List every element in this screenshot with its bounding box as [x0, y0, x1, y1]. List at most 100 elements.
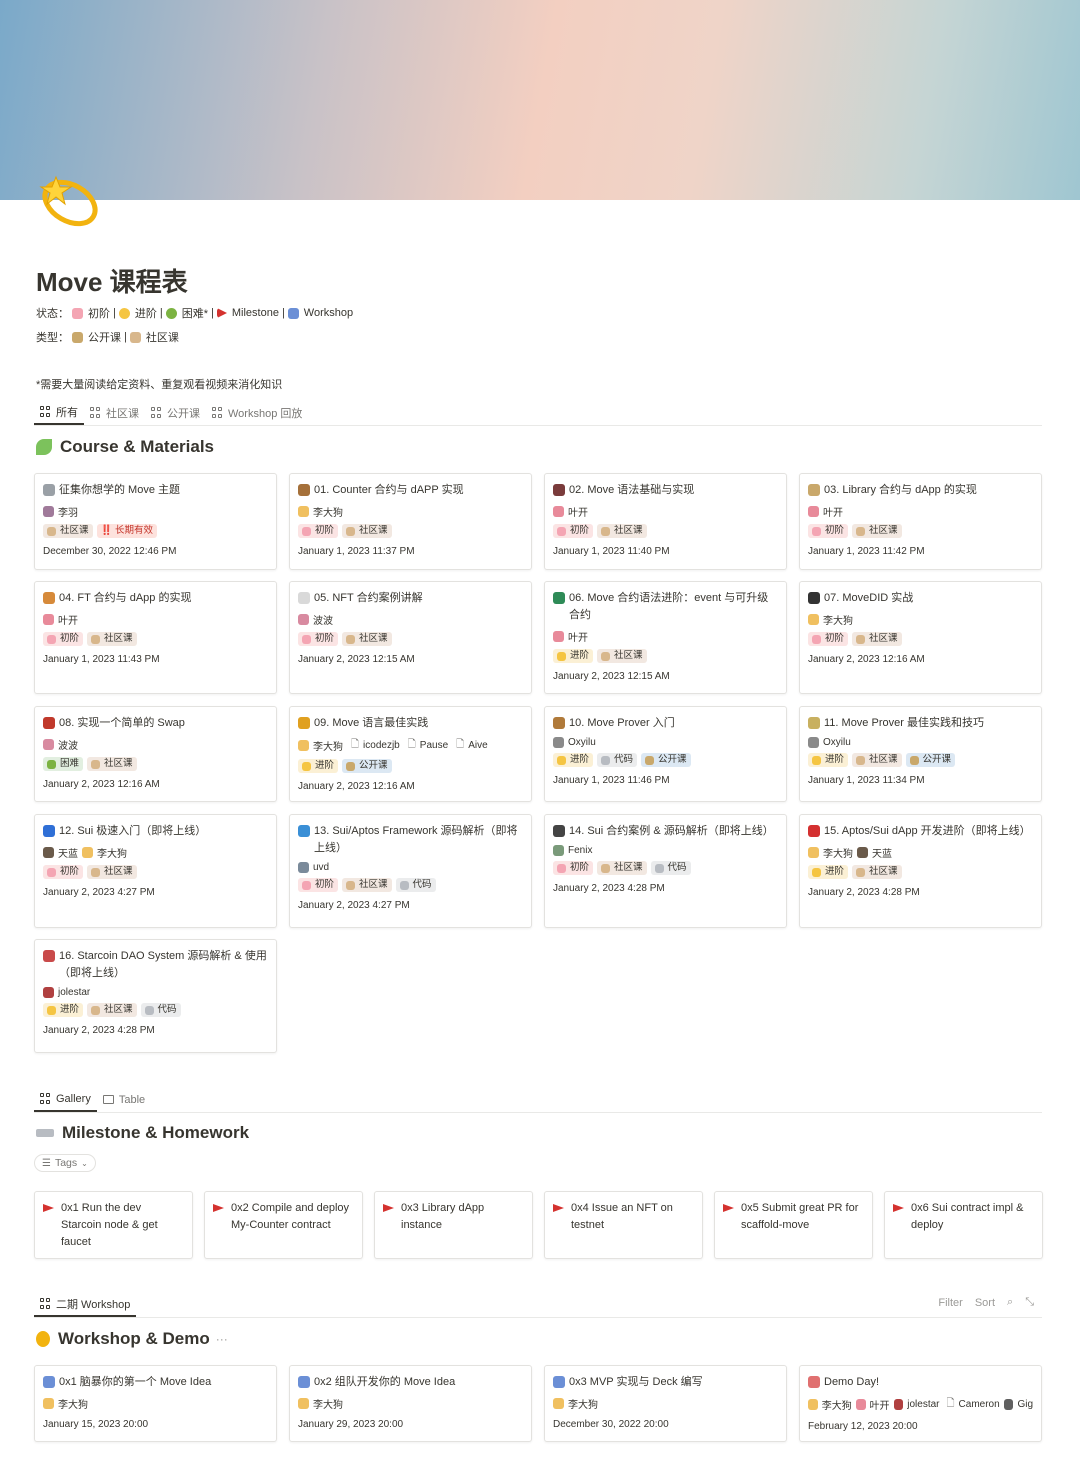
- card-title-row: 0x2 Compile and deploy My-Counter contra…: [213, 1200, 354, 1234]
- card-title: 0x1 脑暴你的第一个 Move Idea: [59, 1376, 212, 1388]
- tag-icon: [47, 526, 56, 536]
- milestone-card[interactable]: 0x2 Compile and deploy My-Counter contra…: [204, 1191, 363, 1259]
- card-date: January 2, 2023 12:15 AM: [553, 671, 670, 682]
- people-row: 波波: [298, 612, 523, 627]
- food-icon: [43, 592, 55, 604]
- people-row: Oxyilu: [553, 737, 778, 748]
- tab-gallery[interactable]: Gallery: [34, 1087, 97, 1112]
- workshop-card[interactable]: Demo Day! 李大狗 叶开 jolestar 🗋 Cameron Gig Februar…: [799, 1365, 1042, 1442]
- tag-icon: [812, 634, 821, 644]
- tag-label: 代码: [157, 1004, 177, 1015]
- people-row: 李羽: [43, 504, 268, 519]
- linked-page[interactable]: icodezjb: [363, 740, 400, 751]
- course-card[interactable]: 14. Sui 合约案例 & 源码解析（即将上线） Fenix 初阶 社区课 代码 Jan…: [544, 814, 787, 928]
- tag-label: 公开课: [658, 754, 687, 765]
- tab-workshop-replay[interactable]: Workshop 回放: [206, 400, 308, 425]
- milestone-card[interactable]: 0x3 Library dApp instance: [374, 1191, 533, 1259]
- course-card[interactable]: 13. Sui/Aptos Framework 源码解析（即将上线） uvd 初阶 社…: [289, 814, 532, 928]
- card-title-row: 13. Sui/Aptos Framework 源码解析（即将上线）: [298, 823, 523, 857]
- course-card[interactable]: 02. Move 语法基础与实现 叶开 初阶 社区课 January 1, 2023 1…: [544, 473, 787, 570]
- course-card[interactable]: 07. MoveDID 实战 李大狗 初阶 社区课 January 2, 2023 12…: [799, 581, 1042, 694]
- tab-community[interactable]: 社区课: [84, 400, 145, 425]
- card-date: January 2, 2023 12:16 AM: [808, 654, 925, 665]
- tag-icon: [601, 526, 611, 536]
- tags-filter-pill[interactable]: ☰ Tags ⌄: [34, 1154, 96, 1172]
- type-community: 社区课: [145, 332, 179, 344]
- course-card[interactable]: 01. Counter 合约与 dAPP 实现 李大狗 初阶 社区课 January 1…: [289, 473, 532, 570]
- tag-label: 初阶: [60, 633, 80, 644]
- course-card[interactable]: 04. FT 合约与 dApp 的实现 叶开 初阶 社区课 January 1, 202…: [34, 581, 277, 694]
- milestone-card[interactable]: 0x1 Run the dev Starcoin node & get fauc…: [34, 1191, 193, 1259]
- tag: 社区课: [597, 649, 647, 663]
- tag-icon: [47, 1005, 56, 1015]
- linked-page[interactable]: Aive: [468, 740, 487, 751]
- section-title-text: Milestone & Homework: [62, 1123, 250, 1142]
- keyboard-icon: [36, 1129, 54, 1137]
- tags-row: 进阶 社区课 公开课: [808, 753, 1033, 767]
- people-row: uvd: [298, 862, 523, 873]
- card-title-row: 征集你想学的 Move 主题: [43, 482, 268, 499]
- card-date: January 1, 2023 11:42 PM: [808, 546, 925, 557]
- page-cover: [0, 0, 1080, 200]
- tag: 社区课: [852, 865, 902, 879]
- expand-icon[interactable]: ⤡: [1025, 1296, 1034, 1309]
- course-card[interactable]: 12. Sui 极速入门（即将上线） 天蓝 李大狗 初阶 社区课 January 2, 2…: [34, 814, 277, 928]
- tag: 进阶: [298, 759, 339, 773]
- course-card[interactable]: 10. Move Prover 入门 Oxyilu 进阶 代码 公开课 January 1…: [544, 706, 787, 802]
- tag: 社区课: [342, 524, 392, 538]
- course-card[interactable]: 16. Starcoin DAO System 源码解析 & 使用（即将上线） j…: [34, 939, 277, 1053]
- tag-label: 社区课: [869, 866, 898, 877]
- tag: 社区课: [852, 524, 902, 538]
- card-title-row: 01. Counter 合约与 dAPP 实现: [298, 482, 523, 499]
- card-date: January 2, 2023 4:27 PM: [43, 887, 155, 898]
- people-row: 李大狗: [553, 1396, 778, 1411]
- course-card[interactable]: 15. Aptos/Sui dApp 开发进阶（即将上线） 李大狗 天蓝 进阶 社区课 J…: [799, 814, 1042, 928]
- tab-all[interactable]: 所有: [34, 400, 84, 425]
- tags-row: 进阶 公开课: [298, 759, 523, 773]
- workshop-card[interactable]: 0x3 MVP 实现与 Deck 编写 李大狗 December 30, 2022 …: [544, 1365, 787, 1442]
- card-date: December 30, 2022 20:00: [553, 1419, 669, 1430]
- course-card[interactable]: 05. NFT 合约案例讲解 波波 初阶 社区课 January 2, 2023 12:…: [289, 581, 532, 694]
- milestone-card[interactable]: 0x5 Submit great PR for scaffold-move: [714, 1191, 873, 1259]
- milestone-card[interactable]: 0x6 Sui contract impl & deploy: [884, 1191, 1043, 1259]
- avatar: [553, 845, 564, 856]
- workshop-card[interactable]: 0x2 组队开发你的 Move Idea 李大狗 January 29, 2023 …: [289, 1365, 532, 1442]
- linked-page[interactable]: Cameron: [959, 1399, 1000, 1410]
- person-name: 叶开: [58, 616, 78, 627]
- person-name: 叶开: [568, 633, 588, 644]
- flag-icon: [383, 1204, 395, 1212]
- tab-public[interactable]: 公开课: [145, 400, 206, 425]
- tab-workshop-2[interactable]: 二期 Workshop: [34, 1292, 137, 1317]
- satellite-icon: [72, 331, 83, 343]
- tag-icon: [557, 651, 566, 661]
- course-card[interactable]: 11. Move Prover 最佳实践和技巧 Oxyilu 进阶 社区课 公开课 Jan…: [799, 706, 1042, 802]
- card-title: 03. Library 合约与 dApp 的实现: [824, 484, 977, 496]
- rocket-icon: [553, 1376, 565, 1388]
- workshop-view-tabs: 二期 Workshop: [34, 1292, 1042, 1318]
- course-card[interactable]: 09. Move 语言最佳实践 李大狗 🗋 icodezjb 🗋 Pause 🗋 Aive 进阶…: [289, 706, 532, 802]
- filter-button[interactable]: Filter: [938, 1297, 962, 1309]
- rocket-icon: [43, 1376, 55, 1388]
- milestone-card[interactable]: 0x4 Issue an NFT on testnet: [544, 1191, 703, 1259]
- cap-icon: [43, 825, 55, 837]
- search-icon[interactable]: ⌕: [1007, 1296, 1013, 1309]
- course-card[interactable]: 03. Library 合约与 dApp 的实现 叶开 初阶 社区课 January 1…: [799, 473, 1042, 570]
- course-card[interactable]: 06. Move 合约语法进阶：event 与可升级合约 叶开 进阶 社区课 Janua…: [544, 581, 787, 694]
- type-label: 类型：: [36, 332, 69, 344]
- avatar: [893, 1399, 904, 1410]
- linked-page[interactable]: Pause: [420, 740, 448, 751]
- tag-icon: [557, 526, 566, 536]
- fireworks-icon: [553, 484, 565, 496]
- workshop-card[interactable]: 0x1 脑暴你的第一个 Move Idea 李大狗 January 15, 2023…: [34, 1365, 277, 1442]
- tab-table[interactable]: Table: [97, 1087, 151, 1112]
- tag: 社区课: [852, 632, 902, 646]
- people-row: Oxyilu: [808, 737, 1033, 748]
- tag-icon: [601, 755, 611, 765]
- course-card[interactable]: 征集你想学的 Move 主题 李羽 社区课 ‼️ 长期有效 December 30, 2…: [34, 473, 277, 570]
- more-options-icon[interactable]: ···: [216, 1332, 228, 1346]
- course-card[interactable]: 08. 实现一个简单的 Swap 波波 困难 社区课 January 2, 2023 1…: [34, 706, 277, 802]
- tag-icon: [47, 867, 56, 877]
- medal-icon: [36, 1331, 50, 1347]
- sort-button[interactable]: Sort: [975, 1297, 995, 1309]
- avatar: [298, 740, 309, 751]
